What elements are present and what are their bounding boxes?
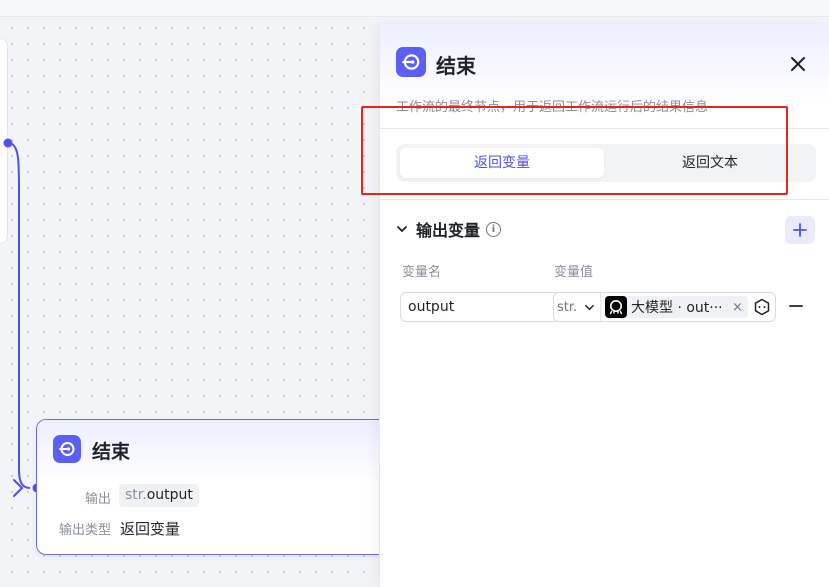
column-header-value: 变量值 <box>554 265 594 280</box>
output-type-value: 返回变量 <box>120 520 181 538</box>
end-node-title: 结束 <box>92 441 131 463</box>
chevron-down-icon[interactable] <box>396 223 408 235</box>
output-type-label: 输出类型 <box>58 523 111 538</box>
end-node-icon <box>396 47 426 77</box>
close-button[interactable] <box>784 50 812 78</box>
variable-reference-chip[interactable]: 大模型 · out··· × <box>605 296 748 318</box>
return-mode-tabs: 返回变量 返回文本 <box>396 144 816 182</box>
minus-icon <box>789 305 803 307</box>
add-variable-button[interactable] <box>785 216 815 244</box>
panel-description: 工作流的最终节点，用于返回工作流运行后的结果信息 <box>396 100 709 115</box>
tab-return-text[interactable]: 返回文本 <box>608 148 812 178</box>
end-node-card[interactable]: 结束 输出 str.output 输出类型 返回变量 <box>36 419 408 555</box>
tab-return-variable[interactable]: 返回变量 <box>400 148 604 178</box>
variable-picker-icon[interactable] <box>752 297 772 317</box>
output-variable-tag: str.output <box>119 484 199 507</box>
divider <box>380 199 829 200</box>
output-type-tag: str. <box>125 487 147 503</box>
column-header-name: 变量名 <box>402 265 442 280</box>
info-icon[interactable]: i <box>486 221 502 237</box>
type-select-value: str. <box>557 299 578 315</box>
panel-title: 结束 <box>436 54 476 78</box>
edge-line <box>7 142 31 489</box>
close-icon <box>791 57 805 71</box>
plus-icon <box>793 223 807 237</box>
output-section-header[interactable]: 输出变量 i <box>396 217 502 241</box>
node-config-panel: 结束 工作流的最终节点，用于返回工作流运行后的结果信息 返回变量 返回文本 输出… <box>379 24 829 587</box>
divider <box>380 128 829 129</box>
llm-logo-icon <box>605 296 627 318</box>
type-select[interactable]: str. <box>554 293 601 321</box>
variable-name-input[interactable]: output <box>400 292 562 322</box>
end-node-icon <box>53 435 81 463</box>
variable-value-field: str. 大模型 · out··· × <box>553 292 776 322</box>
output-variable-name: output <box>146 487 193 503</box>
top-toolbar <box>0 0 829 17</box>
output-section-title: 输出变量 <box>416 221 481 240</box>
clear-reference-icon[interactable]: × <box>732 300 743 315</box>
reference-text: 大模型 · out··· <box>631 300 723 316</box>
remove-variable-button[interactable] <box>785 296 807 316</box>
chevron-down-icon <box>585 304 595 310</box>
output-label: 输出 <box>84 492 111 507</box>
